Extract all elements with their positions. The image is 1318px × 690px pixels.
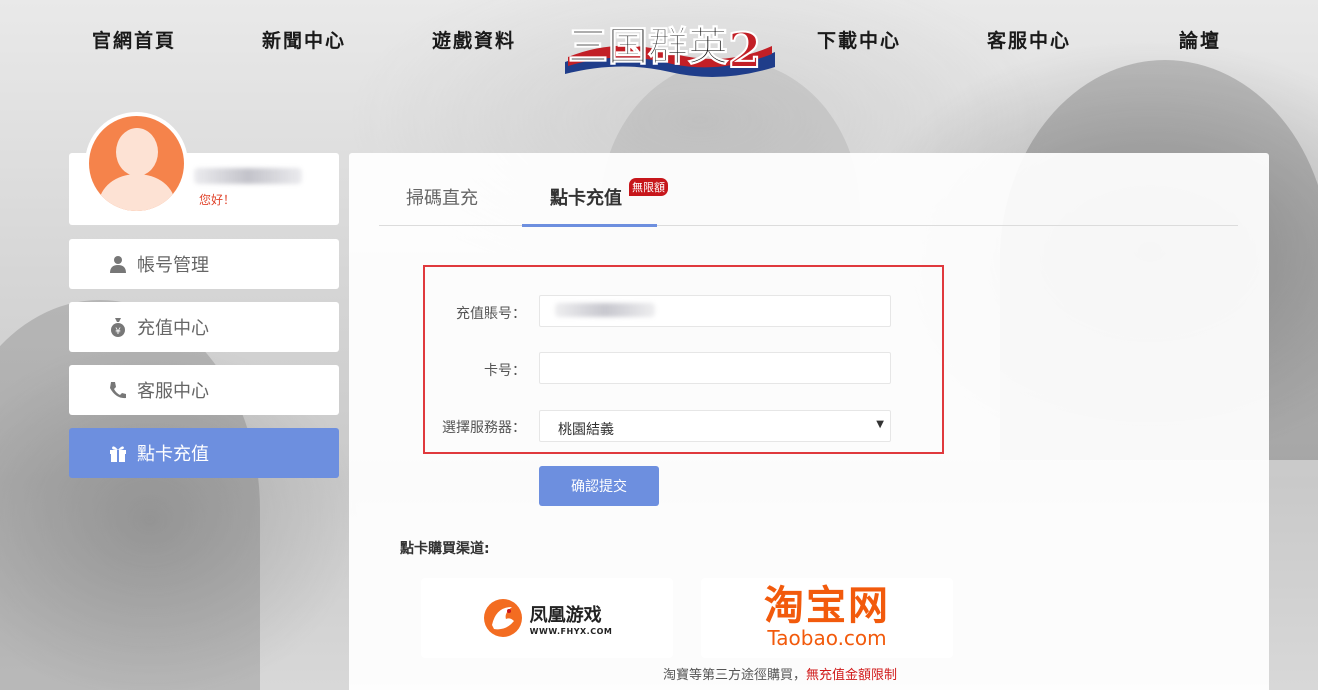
sidebar-item-label: 帳号管理 — [137, 255, 209, 276]
username-redacted — [194, 168, 302, 184]
purchase-note: 淘寶等第三方途徑購買，無充值金額限制 — [663, 664, 897, 683]
fhyx-url: WWW.FHYX.COM — [529, 626, 613, 636]
submit-button[interactable]: 确認提交 — [539, 466, 659, 506]
phone-icon — [107, 379, 129, 401]
tab-card-recharge[interactable]: 點卡充值 — [550, 184, 622, 210]
purchase-note-text: 淘寶等第三方途徑購買， — [663, 668, 807, 683]
nav-news[interactable]: 新聞中心 — [262, 26, 346, 53]
taobao-name: 淘宝网 — [764, 583, 890, 629]
nav-support[interactable]: 客服中心 — [987, 26, 1071, 53]
active-tab-indicator — [522, 224, 657, 227]
account-redacted — [555, 303, 655, 317]
sidebar-item-card-recharge[interactable]: 點卡充值 — [69, 428, 339, 478]
card-number-input[interactable] — [539, 352, 891, 384]
game-logo[interactable]: 三国群英 2 — [560, 12, 780, 82]
unlimited-badge: 無限額 — [629, 178, 668, 196]
chevron-down-icon: ▼ — [876, 419, 884, 430]
money-bag-icon: ¥ — [107, 316, 129, 338]
sidebar-item-label: 充值中心 — [137, 318, 209, 339]
nav-download[interactable]: 下載中心 — [817, 26, 901, 53]
nav-home[interactable]: 官網首頁 — [92, 26, 176, 53]
phoenix-logo-icon — [483, 599, 522, 637]
server-label: 選擇服務器： — [442, 420, 526, 436]
nav-forum[interactable]: 論壇 — [1179, 26, 1221, 53]
fhyx-name: 凤凰游戏 — [529, 604, 602, 626]
nav-game-info[interactable]: 遊戲資料 — [432, 26, 516, 53]
taobao-url: Taobao.com — [767, 626, 887, 650]
avatar-image — [89, 116, 184, 211]
sidebar-item-account[interactable]: 帳号管理 — [69, 239, 339, 289]
gift-icon — [107, 442, 129, 464]
purchase-note-highlight: 無充值金額限制 — [806, 668, 898, 683]
channels-title: 點卡購買渠道: — [400, 541, 490, 557]
account-label: 充值賬号： — [456, 306, 526, 322]
tab-bar: 掃碼直充 點卡充值 — [379, 170, 1238, 227]
sidebar-item-recharge[interactable]: ¥ 充值中心 — [69, 302, 339, 352]
sidebar-item-support[interactable]: 客服中心 — [69, 365, 339, 415]
svg-text:三国群英: 三国群英 — [568, 23, 729, 70]
sidebar-item-label: 點卡充值 — [137, 444, 209, 465]
user-icon — [107, 253, 129, 275]
svg-text:¥: ¥ — [115, 327, 121, 337]
svg-text:2: 2 — [728, 23, 761, 79]
logo-graphic: 三国群英 2 — [565, 22, 775, 80]
top-nav: 官網首頁 新聞中心 遊戲資料 三国群英 2 下載中心 客服中心 論壇 — [0, 0, 1318, 80]
mountain-decoration — [0, 300, 260, 690]
avatar[interactable] — [85, 112, 188, 215]
tab-scan-recharge[interactable]: 掃碼直充 — [406, 184, 478, 210]
card-label: 卡号： — [484, 363, 526, 379]
server-select[interactable]: 桃園結義 ▼ — [539, 410, 891, 442]
greeting-text: 您好！ — [199, 193, 236, 207]
channel-taobao[interactable]: 淘宝网 Taobao.com — [701, 578, 953, 658]
channel-fhyx[interactable]: 凤凰游戏 WWW.FHYX.COM — [421, 578, 673, 658]
sidebar-item-label: 客服中心 — [137, 381, 209, 402]
server-selected-value: 桃園結義 — [558, 422, 614, 438]
